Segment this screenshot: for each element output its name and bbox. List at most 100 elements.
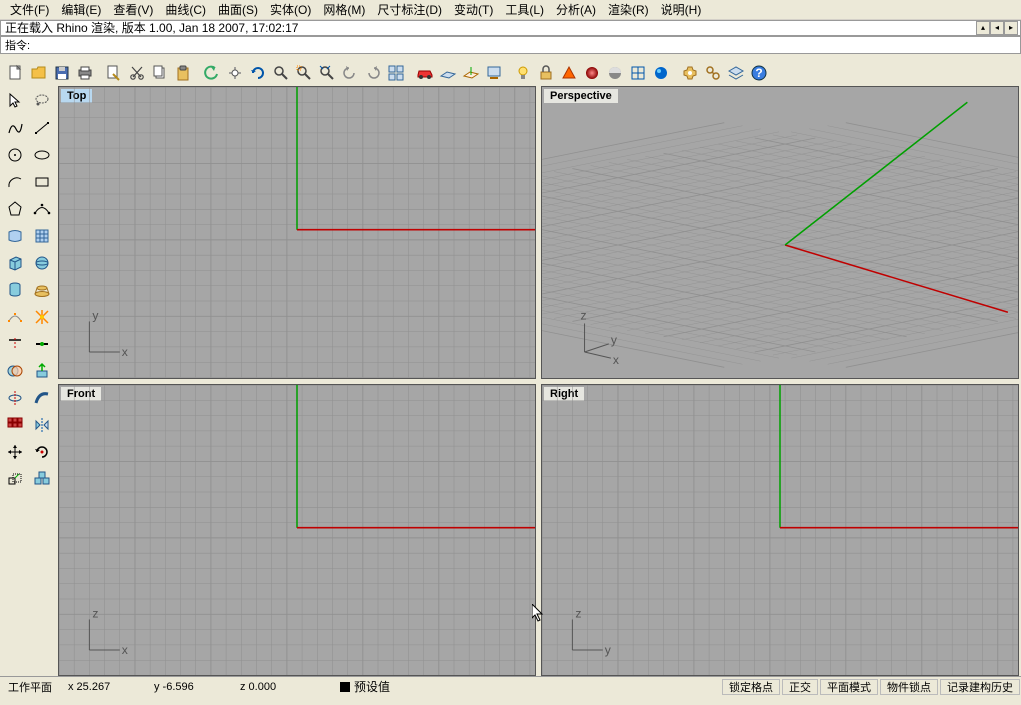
menu-item-10[interactable]: 分析(A) xyxy=(550,0,602,20)
zoom-ext-icon[interactable] xyxy=(315,62,338,85)
sphere-icon[interactable] xyxy=(29,250,54,275)
menu-item-3[interactable]: 曲线(C) xyxy=(159,0,212,20)
zoom-sel-icon[interactable] xyxy=(292,62,315,85)
command-line[interactable]: 指令: xyxy=(0,36,1021,54)
undo-icon[interactable] xyxy=(200,62,223,85)
sphere-render-icon[interactable] xyxy=(649,62,672,85)
rotate-obj-icon[interactable] xyxy=(29,439,54,464)
viewport-perspective[interactable]: Perspectivezyx xyxy=(541,86,1019,379)
history-scroll[interactable]: ▴ ◂ ▸ xyxy=(976,21,1020,35)
cone-icon[interactable] xyxy=(29,277,54,302)
doc-props-icon[interactable] xyxy=(102,62,125,85)
shade-sel-icon[interactable] xyxy=(603,62,626,85)
edit-pts-icon[interactable] xyxy=(2,304,27,329)
copy-icon[interactable] xyxy=(148,62,171,85)
status-pane-2[interactable]: 平面模式 xyxy=(820,679,878,695)
svg-text:z: z xyxy=(580,308,586,322)
line-icon[interactable] xyxy=(29,115,54,140)
cplane-icon[interactable] xyxy=(436,62,459,85)
redo-view-icon[interactable] xyxy=(361,62,384,85)
wire-icon[interactable] xyxy=(626,62,649,85)
svg-text:?: ? xyxy=(755,66,762,80)
blocks-icon[interactable] xyxy=(29,466,54,491)
main-toolbar: ? xyxy=(0,60,1021,86)
menu-item-12[interactable]: 说明(H) xyxy=(655,0,708,20)
surface-icon[interactable] xyxy=(2,223,27,248)
svg-text:y: y xyxy=(605,643,612,657)
four-view-icon[interactable] xyxy=(384,62,407,85)
status-pane-3[interactable]: 物件锁点 xyxy=(880,679,938,695)
status-pane-0[interactable]: 锁定格点 xyxy=(722,679,780,695)
move-icon[interactable] xyxy=(2,439,27,464)
interp-icon[interactable] xyxy=(29,196,54,221)
mesh-icon[interactable] xyxy=(29,223,54,248)
menu-item-5[interactable]: 实体(O) xyxy=(264,0,317,20)
set-cplane-icon[interactable] xyxy=(459,62,482,85)
scale-icon[interactable] xyxy=(2,466,27,491)
revolve-icon[interactable] xyxy=(2,385,27,410)
cut-icon[interactable] xyxy=(125,62,148,85)
trim-icon[interactable] xyxy=(2,331,27,356)
menu-item-9[interactable]: 工具(L) xyxy=(499,0,550,20)
command-prompt: 指令: xyxy=(5,37,30,53)
menu-item-4[interactable]: 曲面(S) xyxy=(212,0,264,20)
boolean-icon[interactable] xyxy=(2,358,27,383)
print-icon[interactable] xyxy=(73,62,96,85)
car-icon[interactable] xyxy=(413,62,436,85)
status-y: y -6.596 xyxy=(146,678,232,696)
help-icon[interactable]: ? xyxy=(747,62,770,85)
menu-item-2[interactable]: 查看(V) xyxy=(107,0,159,20)
viewports-container: TopyxPerspectivezyxFrontzxRightzy xyxy=(58,86,1021,676)
ellipse-icon[interactable] xyxy=(29,142,54,167)
viewport-front[interactable]: Frontzx xyxy=(58,384,536,677)
svg-text:z: z xyxy=(92,606,98,620)
polygon-icon[interactable] xyxy=(2,196,27,221)
new-icon[interactable] xyxy=(4,62,27,85)
menu-item-11[interactable]: 渲染(R) xyxy=(602,0,655,20)
zoom-icon[interactable] xyxy=(269,62,292,85)
redo-icon[interactable] xyxy=(223,62,246,85)
viewport-right[interactable]: Rightzy xyxy=(541,384,1019,677)
circle-icon[interactable] xyxy=(2,142,27,167)
arc-icon[interactable] xyxy=(2,169,27,194)
array-icon[interactable] xyxy=(2,412,27,437)
rect-icon[interactable] xyxy=(29,169,54,194)
status-pane-4[interactable]: 记录建构历史 xyxy=(940,679,1020,695)
scroll-left-icon[interactable]: ◂ xyxy=(990,21,1004,35)
scroll-right-icon[interactable]: ▸ xyxy=(1004,21,1018,35)
undo-view-icon[interactable] xyxy=(338,62,361,85)
pointer-icon[interactable] xyxy=(2,88,27,113)
viewport-top[interactable]: Topyx xyxy=(58,86,536,379)
save-icon[interactable] xyxy=(50,62,73,85)
status-pane-1[interactable]: 正交 xyxy=(782,679,818,695)
menu-item-8[interactable]: 变动(T) xyxy=(448,0,499,20)
open-icon[interactable] xyxy=(27,62,50,85)
svg-text:x: x xyxy=(122,345,128,359)
mirror-icon[interactable] xyxy=(29,412,54,437)
paste-icon[interactable] xyxy=(171,62,194,85)
options-icon[interactable] xyxy=(678,62,701,85)
extrude-icon[interactable] xyxy=(29,358,54,383)
light-icon[interactable] xyxy=(511,62,534,85)
menu-item-7[interactable]: 尺寸标注(D) xyxy=(371,0,448,20)
join-icon[interactable] xyxy=(29,331,54,356)
scroll-up-icon[interactable]: ▴ xyxy=(976,21,990,35)
explode-icon[interactable] xyxy=(29,304,54,329)
layers-icon[interactable] xyxy=(724,62,747,85)
object-props-icon[interactable] xyxy=(701,62,724,85)
lock-icon[interactable] xyxy=(534,62,557,85)
command-input[interactable] xyxy=(30,39,1016,51)
menu-item-0[interactable]: 文件(F) xyxy=(4,0,55,20)
shade-icon[interactable] xyxy=(580,62,603,85)
curve-icon[interactable] xyxy=(2,115,27,140)
pan-icon[interactable] xyxy=(246,62,269,85)
status-layer[interactable]: 预设值 xyxy=(332,678,398,696)
box-icon[interactable] xyxy=(2,250,27,275)
menu-item-6[interactable]: 网格(M) xyxy=(317,0,371,20)
lasso-icon[interactable] xyxy=(29,88,54,113)
named-view-icon[interactable] xyxy=(482,62,505,85)
cylinder-icon[interactable] xyxy=(2,277,27,302)
render-icon[interactable] xyxy=(557,62,580,85)
menu-item-1[interactable]: 编辑(E) xyxy=(55,0,107,20)
sweep-icon[interactable] xyxy=(29,385,54,410)
